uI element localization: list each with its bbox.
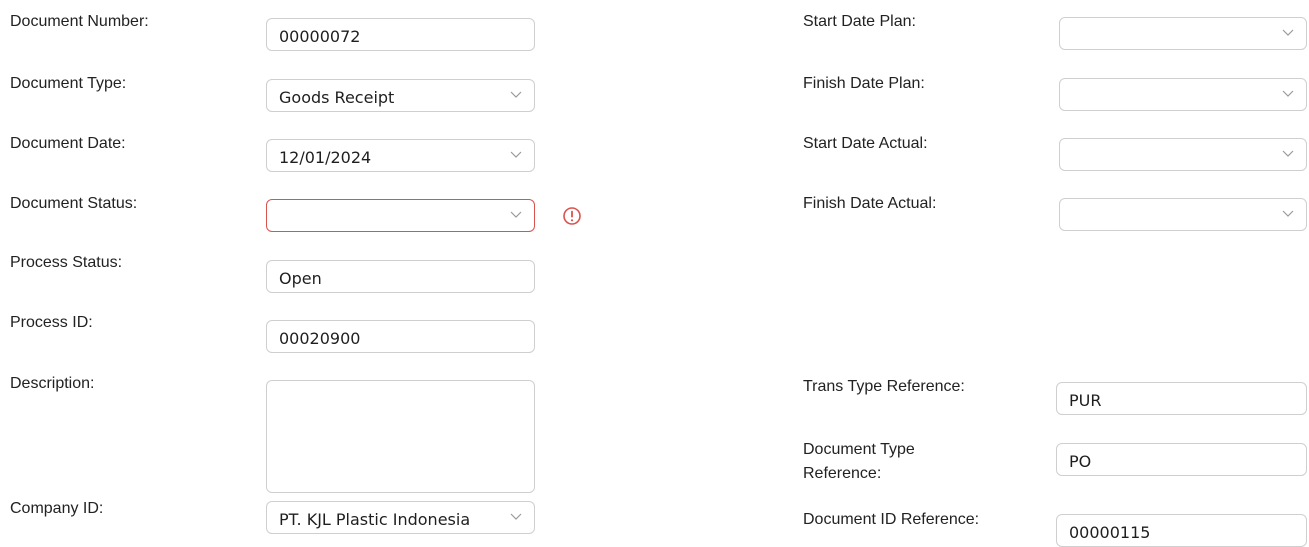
finish-date-actual-label: Finish Date Actual: [803,195,937,212]
finish-date-plan-select[interactable] [1059,78,1307,111]
finish-date-plan-value [1072,93,1272,97]
start-date-plan-label: Start Date Plan: [803,13,916,30]
company-id-value: PT. KJL Plastic Indonesia [279,510,471,529]
process-status-field[interactable]: Open [266,260,535,293]
process-id-label: Process ID: [10,314,93,331]
start-date-plan-select[interactable] [1059,17,1307,50]
document-type-reference-value: PO [1069,452,1092,471]
chevron-down-icon [510,151,522,159]
document-type-reference-label: Document Type Reference: [803,441,915,482]
chevron-down-icon [510,513,522,521]
document-date-label: Document Date: [10,135,126,152]
chevron-down-icon [1282,210,1294,218]
process-status-label: Process Status: [10,254,123,271]
chevron-down-icon [510,91,522,99]
trans-type-reference-label: Trans Type Reference: [803,378,965,395]
document-type-reference-field[interactable]: PO [1056,443,1307,476]
chevron-down-icon [1282,90,1294,98]
start-date-actual-label: Start Date Actual: [803,135,928,152]
description-value [279,381,522,385]
document-number-label: Document Number: [10,13,149,30]
document-id-reference-field[interactable]: 00000115 [1056,514,1307,547]
error-circle-icon [562,206,582,226]
document-status-value [279,214,500,218]
description-label: Description: [10,375,95,392]
company-id-label: Company ID: [10,500,104,517]
document-type-select[interactable]: Goods Receipt [266,79,535,112]
start-date-plan-value [1072,32,1272,36]
description-textarea[interactable] [266,380,535,493]
document-type-label: Document Type: [10,75,127,92]
finish-date-actual-value [1072,213,1272,217]
document-status-label: Document Status: [10,195,138,212]
trans-type-reference-field[interactable]: PUR [1056,382,1307,415]
start-date-actual-select[interactable] [1059,138,1307,171]
trans-type-reference-value: PUR [1069,391,1102,410]
document-number-value: 00000072 [279,27,361,46]
start-date-actual-value [1072,153,1272,157]
finish-date-actual-select[interactable] [1059,198,1307,231]
document-type-value: Goods Receipt [279,88,395,107]
process-status-value: Open [279,269,322,288]
company-id-select[interactable]: PT. KJL Plastic Indonesia [266,501,535,534]
process-id-value: 00020900 [279,329,361,348]
process-id-field[interactable]: 00020900 [266,320,535,353]
chevron-down-icon [1282,29,1294,37]
document-id-reference-label: Document ID Reference: [803,511,980,528]
document-date-value: 12/01/2024 [279,148,372,167]
document-id-reference-value: 00000115 [1069,523,1151,542]
finish-date-plan-label: Finish Date Plan: [803,75,925,92]
document-number-field[interactable]: 00000072 [266,18,535,51]
chevron-down-icon [510,211,522,219]
chevron-down-icon [1282,150,1294,158]
document-status-select[interactable] [266,199,535,232]
document-date-select[interactable]: 12/01/2024 [266,139,535,172]
